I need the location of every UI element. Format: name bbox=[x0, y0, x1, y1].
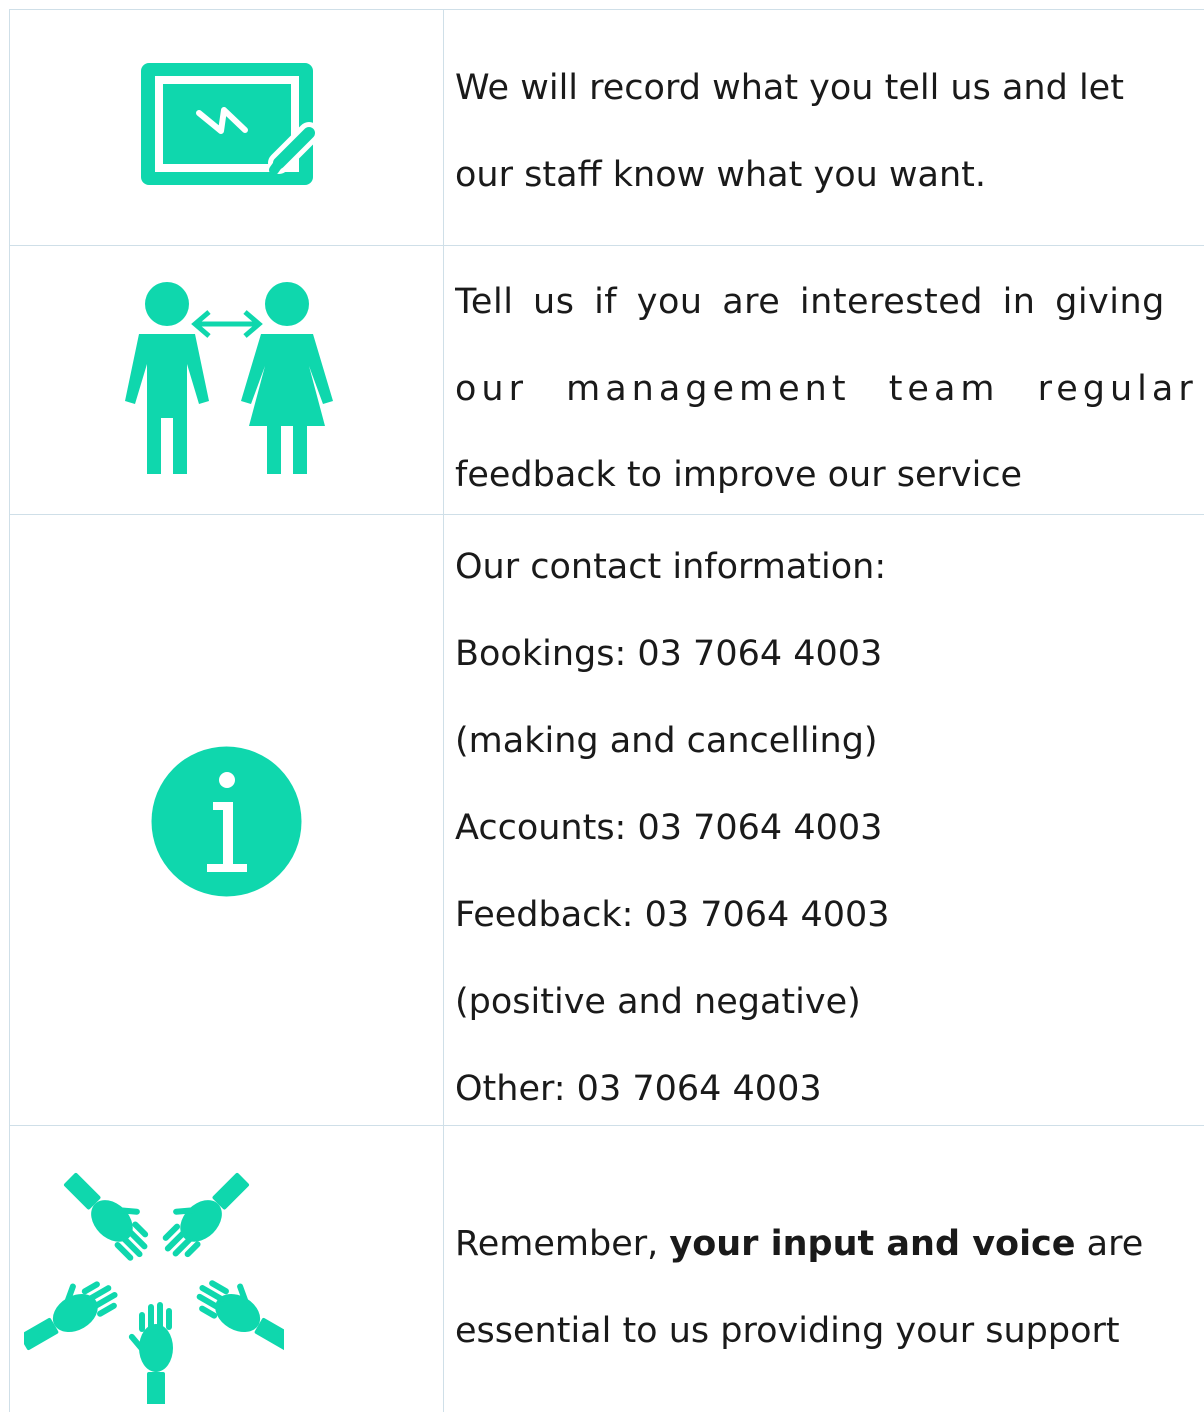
row-text: Our contact information: Bookings: 03 70… bbox=[455, 515, 1204, 1125]
info-table: We will record what you tell us and let … bbox=[9, 9, 1204, 1412]
text-line: feedback to improve our service bbox=[455, 455, 1023, 495]
text-line: Our contact information: bbox=[455, 547, 887, 587]
information-icon bbox=[151, 746, 302, 897]
row-text: Remember, your input and voice are essen… bbox=[455, 1126, 1204, 1412]
text-line: Bookings: 03 7064 4003 bbox=[455, 634, 883, 674]
table-row: Remember, your input and voice are essen… bbox=[9, 1125, 1204, 1412]
text-line: essential to us providing your support bbox=[455, 1311, 1120, 1351]
text-line: Accounts: 03 7064 4003 bbox=[455, 808, 883, 848]
icon-cell bbox=[9, 246, 444, 514]
text-line: (making and cancelling) bbox=[455, 721, 878, 761]
text-line: (positive and negative) bbox=[455, 982, 861, 1022]
text-prefix: Remember, bbox=[455, 1224, 670, 1264]
row-text: We will record what you tell us and let … bbox=[455, 10, 1204, 245]
people-exchange-icon bbox=[111, 276, 343, 476]
icon-cell bbox=[9, 10, 444, 245]
emphasis-text: your input and voice bbox=[669, 1224, 1076, 1264]
table-row: Our contact information: Bookings: 03 70… bbox=[9, 514, 1204, 1125]
text-line: our management team regular bbox=[455, 369, 1198, 409]
text-line: Tell us if you are interested in giving bbox=[455, 282, 1165, 322]
text-line: Remember, your input and voice are bbox=[455, 1222, 1143, 1266]
text-line: We will record what you tell us and let bbox=[455, 68, 1124, 108]
icon-cell bbox=[9, 515, 444, 1125]
text-line: Feedback: 03 7064 4003 bbox=[455, 895, 890, 935]
text-suffix: are bbox=[1075, 1224, 1144, 1264]
row-text: Tell us if you are interested in giving … bbox=[455, 246, 1204, 514]
text-line: Other: 03 7064 4003 bbox=[455, 1069, 822, 1109]
table-row: Tell us if you are interested in giving … bbox=[9, 245, 1204, 514]
table-row: We will record what you tell us and let … bbox=[9, 9, 1204, 245]
hands-together-icon bbox=[24, 1148, 284, 1404]
icon-cell bbox=[9, 1126, 444, 1412]
text-line: our staff know what you want. bbox=[455, 155, 987, 195]
whiteboard-icon bbox=[141, 63, 321, 185]
